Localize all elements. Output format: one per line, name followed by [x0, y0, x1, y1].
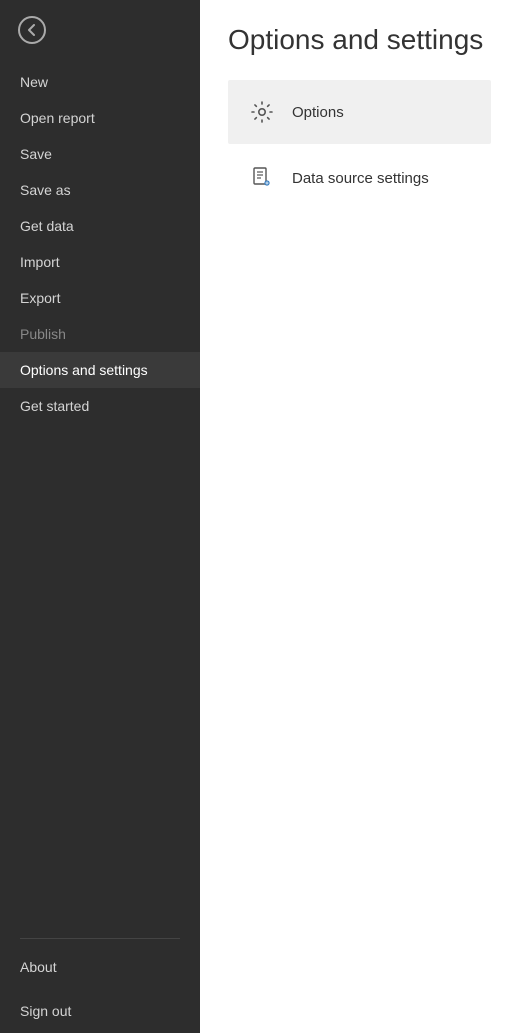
- sidebar-item-options-and-settings[interactable]: Options and settings: [0, 352, 200, 388]
- sidebar-item-sign-out[interactable]: Sign out: [0, 989, 200, 1033]
- sidebar-item-import[interactable]: Import: [0, 244, 200, 280]
- data-source-settings-label: Data source settings: [292, 170, 429, 187]
- data-source-settings-menu-item[interactable]: Data source settings: [228, 146, 491, 210]
- back-circle-icon: [18, 16, 46, 44]
- datasource-icon: [244, 160, 280, 196]
- sidebar-divider: [20, 938, 180, 939]
- sidebar-bottom: About Sign out: [0, 945, 200, 1033]
- sidebar-item-get-data[interactable]: Get data: [0, 208, 200, 244]
- options-label: Options: [292, 104, 344, 121]
- page-title: Options and settings: [228, 24, 491, 56]
- sidebar-item-about[interactable]: About: [0, 945, 200, 989]
- sidebar-item-export[interactable]: Export: [0, 280, 200, 316]
- sidebar-item-save[interactable]: Save: [0, 136, 200, 172]
- sidebar-nav: New Open report Save Save as Get data Im…: [0, 60, 200, 932]
- sidebar-item-publish[interactable]: Publish: [0, 316, 200, 352]
- gear-icon: [244, 94, 280, 130]
- sidebar-item-save-as[interactable]: Save as: [0, 172, 200, 208]
- sidebar-item-new[interactable]: New: [0, 64, 200, 100]
- sidebar: New Open report Save Save as Get data Im…: [0, 0, 200, 1033]
- sidebar-item-open-report[interactable]: Open report: [0, 100, 200, 136]
- options-menu-item[interactable]: Options: [228, 80, 491, 144]
- sidebar-item-get-started[interactable]: Get started: [0, 388, 200, 424]
- main-content: Options and settings Options: [200, 0, 519, 1033]
- back-button[interactable]: [12, 10, 52, 50]
